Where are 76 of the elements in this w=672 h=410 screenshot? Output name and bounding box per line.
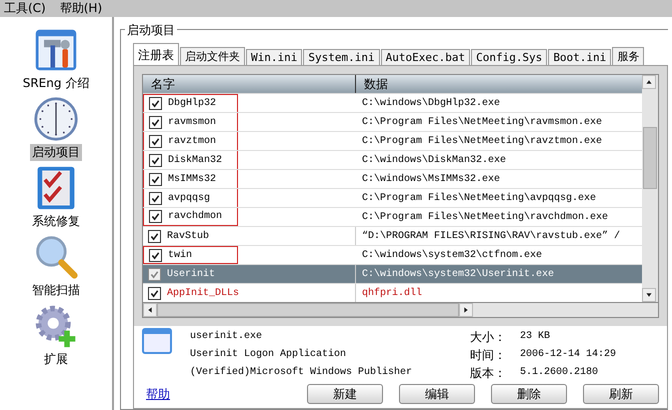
checkbox[interactable]: [149, 154, 162, 166]
column-header[interactable]: 名字: [143, 75, 356, 93]
scroll-thumb[interactable]: [157, 303, 459, 317]
table-cell: ravztmon: [168, 136, 216, 146]
table-cell: C:\windows\MsIMMs32.exe: [362, 174, 500, 184]
table-cell: C:\windows\system32\Userinit.exe: [362, 268, 554, 280]
checkbox[interactable]: [148, 286, 161, 300]
sidebar-item[interactable]: SREng 介绍: [20, 75, 92, 92]
table-cell: RavStub: [167, 230, 210, 242]
checkbox[interactable]: [149, 116, 162, 128]
checkbox[interactable]: [149, 97, 162, 110]
table-cell: qhfpri.dll: [362, 288, 422, 298]
tab[interactable]: System.ini: [303, 49, 380, 65]
action-button[interactable]: 编辑: [399, 384, 475, 404]
table-cell: avpqqsg: [168, 192, 210, 204]
tab[interactable]: Boot.ini: [548, 49, 612, 65]
menu-item[interactable]: 帮助(H): [60, 0, 102, 17]
sidebar-item[interactable]: 启动项目: [30, 144, 82, 161]
table-cell: C:\windows\DiskMan32.exe: [362, 154, 506, 166]
checkbox[interactable]: [149, 172, 162, 186]
tab[interactable]: 服务: [612, 47, 644, 65]
field-label: 大小：: [470, 329, 506, 346]
table-cell: C:\windows\DbgHlp32.exe: [362, 98, 500, 108]
clock-icon[interactable]: [33, 96, 79, 142]
table-cell: C:\Program Files\NetMeeting\ravchdmon.exe: [362, 212, 608, 222]
menu-item[interactable]: 工具(C): [4, 0, 46, 17]
field-label: 时间：: [470, 347, 506, 364]
field-value: 23 KB: [520, 330, 550, 344]
search-icon[interactable]: [33, 234, 79, 280]
checkbox[interactable]: [149, 192, 162, 204]
table-cell: ravchdmon: [168, 211, 222, 222]
field-value: 5.1.2600.2180: [520, 366, 598, 380]
scroll-left-button[interactable]: [143, 303, 157, 317]
checkbox[interactable]: [149, 134, 162, 148]
sidebar-item[interactable]: 系统修复: [30, 213, 82, 230]
detail-text: Userinit Logon Application: [190, 348, 348, 362]
horizontal-scrollbar[interactable]: [142, 303, 659, 318]
scroll-down-button[interactable]: [642, 288, 656, 302]
table-cell: twin: [168, 250, 192, 260]
checkbox[interactable]: [148, 230, 161, 242]
table-cell: Userinit: [167, 268, 216, 280]
detail-text: userinit.exe: [190, 330, 264, 344]
tab[interactable]: Config.Sys: [471, 49, 548, 65]
table-cell: DiskMan32: [168, 154, 222, 166]
field-value: 2006-12-14 14:29: [520, 348, 616, 362]
group-title: 启动项目: [125, 22, 177, 39]
action-button[interactable]: 新建: [307, 384, 383, 404]
scroll-thumb[interactable]: [643, 127, 657, 189]
table-cell: DbgHlp32: [168, 98, 216, 109]
scroll-up-button[interactable]: [642, 75, 656, 89]
checkbox[interactable]: [149, 248, 162, 262]
sidebar-item[interactable]: 智能扫描: [30, 282, 82, 299]
table-cell: MsIMMs32: [168, 174, 216, 184]
table-cell: C:\Program Files\NetMeeting\ravmsmon.exe: [362, 116, 602, 128]
table-cell: ravmsmon: [168, 116, 216, 128]
scroll-right-button[interactable]: [459, 303, 473, 317]
window-icon: [142, 328, 172, 354]
sidebar-item[interactable]: 扩展: [42, 351, 70, 368]
field-label: 版本：: [470, 365, 506, 382]
action-button[interactable]: 删除: [491, 384, 567, 404]
table-cell: C:\Program Files\NetMeeting\ravztmon.exe: [362, 136, 602, 146]
tab[interactable]: 注册表: [133, 43, 179, 65]
checkbox[interactable]: [148, 268, 161, 280]
table-cell: C:\windows\system32\ctfnom.exe: [362, 250, 542, 260]
help-link[interactable]: 帮助: [146, 386, 170, 402]
table-cell: C:\Program Files\NetMeeting\avpqqsg.exe: [362, 192, 596, 204]
detail-text: (Verified)Microsoft Windows Publisher: [190, 366, 414, 380]
action-button[interactable]: 刷新: [583, 384, 659, 404]
table-cell: AppInit_DLLs: [167, 288, 240, 298]
table-cell: “D:\PROGRAM FILES\RISING\RAV\ravstub.exe” /: [362, 230, 620, 242]
tab[interactable]: 启动文件夹: [180, 47, 245, 65]
checkbox[interactable]: [149, 210, 162, 223]
vertical-scrollbar[interactable]: [642, 75, 658, 302]
column-header[interactable]: 数据: [356, 75, 642, 93]
tab[interactable]: Win.ini: [246, 49, 302, 65]
tab[interactable]: AutoExec.bat: [380, 49, 470, 65]
